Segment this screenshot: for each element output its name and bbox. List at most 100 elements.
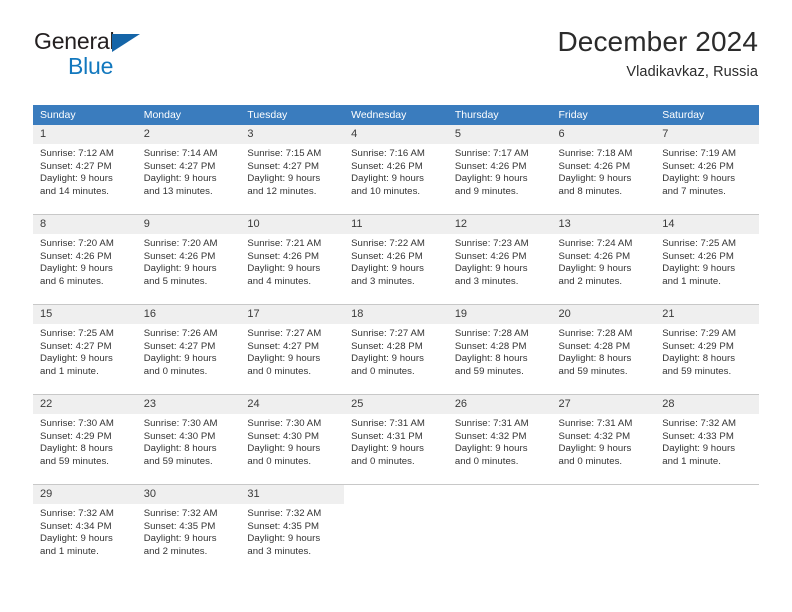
daylight-text-line1: Daylight: 9 hours <box>454 173 528 185</box>
day-cell[interactable]: 5 Sunrise: 7:17 AM Sunset: 4:26 PM Daylight… <box>447 125 552 215</box>
day-number: 2 <box>136 125 241 144</box>
day-number: 4 <box>344 125 448 144</box>
sunset-text: Sunset: 4:26 PM <box>662 250 734 262</box>
day-cell-empty <box>344 484 448 574</box>
daylight-text-line1: Daylight: 9 hours <box>351 353 424 365</box>
day-cell[interactable]: 2 Sunrise: 7:14 AM Sunset: 4:27 PM Daylight… <box>136 125 241 215</box>
sunset-text: Sunset: 4:26 PM <box>143 250 216 262</box>
daylight-text-line1: Daylight: 9 hours <box>351 263 424 275</box>
day-cell[interactable]: 24 Sunrise: 7:30 AM Sunset: 4:30 PM Dayligh… <box>240 394 345 485</box>
day-number: 3 <box>240 125 345 144</box>
day-cell[interactable]: 31 Sunrise: 7:32 AM Sunset: 4:35 PM Dayligh… <box>240 484 345 574</box>
day-number <box>655 485 759 504</box>
daylight-text-line1: Daylight: 9 hours <box>662 263 736 275</box>
daylight-text-line2: and 59 minutes. <box>662 365 732 377</box>
sunrise-text: Sunrise: 7:30 AM <box>40 418 114 429</box>
sunset-text: Sunset: 4:27 PM <box>247 160 320 172</box>
day-number: 25 <box>344 395 448 414</box>
day-number: 28 <box>655 395 759 414</box>
sunset-text: Sunset: 4:29 PM <box>662 340 734 352</box>
table-row: 22 Sunrise: 7:30 AM Sunset: 4:29 PM Dayligh… <box>33 394 759 485</box>
day-cell[interactable]: 3 Sunrise: 7:15 AM Sunset: 4:27 PM Daylight… <box>240 125 345 215</box>
sunset-text: Sunset: 4:34 PM <box>40 520 112 532</box>
day-cell[interactable]: 30 Sunrise: 7:32 AM Sunset: 4:35 PM Dayligh… <box>136 484 241 574</box>
sunrise-text: Sunrise: 7:20 AM <box>40 238 114 249</box>
day-cell[interactable]: 7 Sunrise: 7:19 AM Sunset: 4:26 PM Daylight… <box>655 125 759 215</box>
sunrise-text: Sunrise: 7:32 AM <box>40 508 114 519</box>
general-blue-logo[interactable]: General Blue <box>34 26 214 82</box>
daylight-text-line1: Daylight: 8 hours <box>40 443 113 455</box>
day-cell[interactable]: 28 Sunrise: 7:32 AM Sunset: 4:33 PM Dayligh… <box>655 394 759 485</box>
day-cell[interactable]: 8 Sunrise: 7:20 AM Sunset: 4:26 PM Daylight… <box>33 214 137 305</box>
day-cell[interactable]: 16 Sunrise: 7:26 AM Sunset: 4:27 PM Dayligh… <box>136 304 241 395</box>
day-cell[interactable]: 1 Sunrise: 7:12 AM Sunset: 4:27 PM Daylight… <box>33 125 137 215</box>
daylight-text-line1: Daylight: 9 hours <box>40 263 113 275</box>
day-cell[interactable]: 25 Sunrise: 7:31 AM Sunset: 4:31 PM Dayligh… <box>344 394 448 485</box>
day-cell[interactable]: 26 Sunrise: 7:31 AM Sunset: 4:32 PM Dayligh… <box>447 394 552 485</box>
day-number: 11 <box>344 215 448 234</box>
day-cell[interactable]: 29 Sunrise: 7:32 AM Sunset: 4:34 PM Dayligh… <box>33 484 137 574</box>
sunset-text: Sunset: 4:26 PM <box>454 250 527 262</box>
sunset-text: Sunset: 4:28 PM <box>558 340 631 352</box>
sunrise-text: Sunrise: 7:14 AM <box>143 148 218 159</box>
sunrise-text: Sunrise: 7:25 AM <box>662 238 737 249</box>
daylight-text-line2: and 14 minutes. <box>40 185 110 197</box>
day-cell[interactable]: 23 Sunrise: 7:30 AM Sunset: 4:30 PM Dayligh… <box>136 394 241 485</box>
day-cell-empty <box>551 484 656 574</box>
day-cell[interactable]: 19 Sunrise: 7:28 AM Sunset: 4:28 PM Dayligh… <box>447 304 552 395</box>
day-cell[interactable]: 15 Sunrise: 7:25 AM Sunset: 4:27 PM Dayligh… <box>33 304 137 395</box>
daylight-text-line2: and 0 minutes. <box>143 365 208 377</box>
sunrise-text: Sunrise: 7:22 AM <box>351 238 425 249</box>
sunrise-text: Sunrise: 7:21 AM <box>247 238 322 249</box>
sunset-text: Sunset: 4:27 PM <box>40 340 112 352</box>
day-cell[interactable]: 4 Sunrise: 7:16 AM Sunset: 4:26 PM Daylight… <box>344 125 448 215</box>
daylight-text-line1: Daylight: 8 hours <box>143 443 217 455</box>
sunrise-text: Sunrise: 7:19 AM <box>662 148 737 159</box>
daylight-text-line2: and 3 minutes. <box>351 275 415 287</box>
sunrise-text: Sunrise: 7:26 AM <box>143 328 218 339</box>
sunrise-text: Sunrise: 7:12 AM <box>40 148 114 159</box>
daylight-text-line1: Daylight: 9 hours <box>40 533 113 545</box>
table-row: 1 Sunrise: 7:12 AM Sunset: 4:27 PM Daylight… <box>33 125 759 215</box>
daylight-text-line2: and 13 minutes. <box>143 185 213 197</box>
day-cell[interactable]: 14 Sunrise: 7:25 AM Sunset: 4:26 PM Dayligh… <box>655 214 759 305</box>
sunset-text: Sunset: 4:26 PM <box>558 160 631 172</box>
day-cell[interactable]: 9 Sunrise: 7:20 AM Sunset: 4:26 PM Daylight… <box>136 214 241 305</box>
daylight-text-line2: and 2 minutes. <box>143 545 208 557</box>
day-cell-empty <box>655 484 759 574</box>
daylight-text-line2: and 0 minutes. <box>247 365 312 377</box>
sunrise-text: Sunrise: 7:30 AM <box>247 418 322 429</box>
day-cell[interactable]: 13 Sunrise: 7:24 AM Sunset: 4:26 PM Dayligh… <box>551 214 656 305</box>
day-cell[interactable]: 10 Sunrise: 7:21 AM Sunset: 4:26 PM Dayligh… <box>240 214 345 305</box>
daylight-text-line2: and 1 minute. <box>40 365 99 377</box>
day-number: 16 <box>136 305 241 324</box>
day-number <box>448 485 552 504</box>
sunrise-text: Sunrise: 7:29 AM <box>662 328 737 339</box>
sunset-text: Sunset: 4:27 PM <box>40 160 112 172</box>
day-cell[interactable]: 18 Sunrise: 7:27 AM Sunset: 4:28 PM Dayligh… <box>344 304 448 395</box>
daylight-text-line2: and 9 minutes. <box>454 185 519 197</box>
sunset-text: Sunset: 4:30 PM <box>247 430 320 442</box>
weekday-header-saturday: Saturday <box>655 105 759 125</box>
sunrise-text: Sunrise: 7:30 AM <box>143 418 218 429</box>
daylight-text-line1: Daylight: 9 hours <box>40 173 113 185</box>
day-cell[interactable]: 11 Sunrise: 7:22 AM Sunset: 4:26 PM Dayligh… <box>344 214 448 305</box>
daylight-text-line1: Daylight: 9 hours <box>143 353 217 365</box>
day-cell[interactable]: 17 Sunrise: 7:27 AM Sunset: 4:27 PM Dayligh… <box>240 304 345 395</box>
sunrise-text: Sunrise: 7:25 AM <box>40 328 114 339</box>
daylight-text-line1: Daylight: 8 hours <box>454 353 528 365</box>
day-cell[interactable]: 27 Sunrise: 7:31 AM Sunset: 4:32 PM Dayligh… <box>551 394 656 485</box>
weekday-header-sunday: Sunday <box>33 105 137 125</box>
sunset-text: Sunset: 4:33 PM <box>662 430 734 442</box>
calendar-body: 1 Sunrise: 7:12 AM Sunset: 4:27 PM Daylight… <box>33 125 759 574</box>
day-cell[interactable]: 12 Sunrise: 7:23 AM Sunset: 4:26 PM Dayligh… <box>447 214 552 305</box>
day-cell[interactable]: 6 Sunrise: 7:18 AM Sunset: 4:26 PM Daylight… <box>551 125 656 215</box>
sunrise-text: Sunrise: 7:31 AM <box>558 418 633 429</box>
sunrise-text: Sunrise: 7:23 AM <box>454 238 529 249</box>
daylight-text-line1: Daylight: 9 hours <box>247 263 321 275</box>
day-cell[interactable]: 21 Sunrise: 7:29 AM Sunset: 4:29 PM Dayligh… <box>655 304 759 395</box>
day-cell[interactable]: 20 Sunrise: 7:28 AM Sunset: 4:28 PM Dayligh… <box>551 304 656 395</box>
sunset-text: Sunset: 4:29 PM <box>40 430 112 442</box>
day-cell[interactable]: 22 Sunrise: 7:30 AM Sunset: 4:29 PM Dayligh… <box>33 394 137 485</box>
day-number: 27 <box>551 395 656 414</box>
